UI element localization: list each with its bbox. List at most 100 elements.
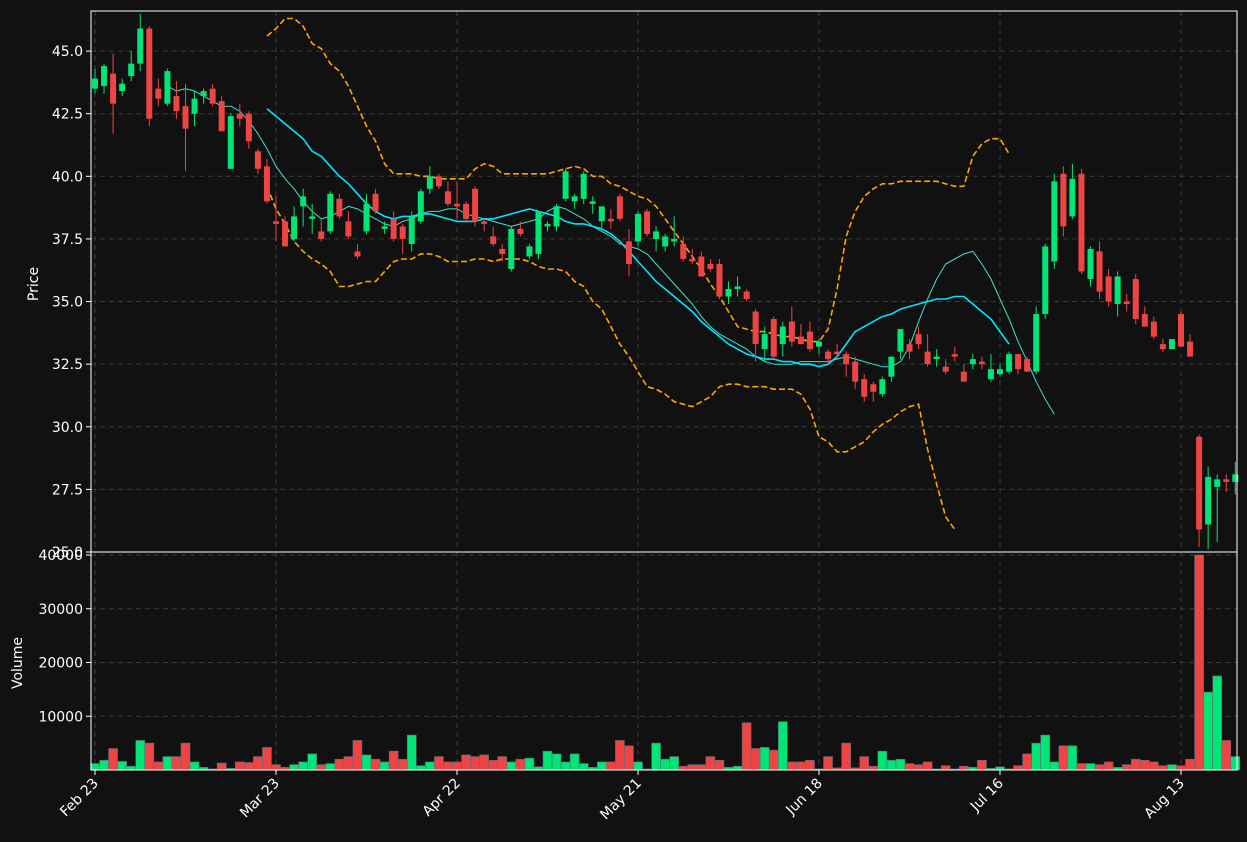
volume-bar — [262, 747, 272, 771]
volume-bar — [1158, 765, 1168, 771]
candle-body — [635, 213, 641, 242]
volume-bar — [904, 763, 915, 771]
candle-body — [426, 176, 433, 189]
candle-body — [1051, 181, 1058, 262]
volume-bar — [162, 756, 173, 771]
candle-body — [544, 223, 551, 227]
candle-body — [481, 221, 488, 224]
candle-body — [318, 231, 325, 239]
candle-body — [191, 98, 198, 114]
candle-body — [282, 221, 289, 247]
candle-body — [906, 344, 913, 352]
candle-body — [444, 191, 451, 204]
price-y-tick-label: 32.5 — [52, 357, 83, 373]
candle-body — [463, 203, 470, 219]
candle-body — [761, 334, 768, 350]
volume-bar — [1149, 761, 1159, 771]
volume-bar — [470, 756, 480, 771]
candle-body — [843, 354, 850, 365]
volume-bar — [750, 748, 761, 771]
candle-body — [218, 101, 225, 132]
candle-body — [680, 243, 687, 259]
candle-body — [888, 356, 895, 377]
candle-body — [852, 361, 859, 382]
candle-body — [200, 91, 207, 97]
volume-bar — [1203, 691, 1213, 771]
volume-bar — [1022, 753, 1032, 771]
volume-bar — [678, 765, 689, 771]
candle-body — [273, 221, 279, 224]
volume-bar — [443, 761, 453, 771]
candle-body — [1105, 276, 1112, 302]
candle-body — [92, 78, 98, 89]
volume-bar — [488, 760, 499, 771]
volume-bar — [153, 761, 164, 771]
volume-bar — [497, 756, 508, 771]
volume-bar — [189, 761, 200, 771]
volume-bar — [1185, 758, 1195, 771]
candle-body — [227, 116, 234, 169]
candle-body — [879, 379, 886, 395]
candle-body — [816, 341, 822, 347]
candle-body — [598, 206, 605, 222]
candle-body — [716, 263, 723, 297]
candle-body — [662, 236, 669, 247]
volume-bar — [551, 753, 562, 771]
candle-body — [788, 321, 795, 342]
candle-body — [924, 351, 931, 365]
volume-bar — [569, 753, 580, 771]
candle-body — [707, 263, 714, 269]
candle-body — [616, 196, 623, 219]
volume-bar — [651, 742, 661, 771]
volume-bar — [1094, 764, 1105, 771]
volume-bar — [524, 757, 535, 771]
candle-body — [806, 331, 813, 350]
volume-bar — [768, 749, 779, 771]
volume-bar — [823, 756, 833, 771]
candle-body — [209, 88, 216, 104]
candle-body — [562, 171, 569, 199]
volume-bar — [1031, 742, 1041, 771]
volume-bar — [1167, 764, 1177, 771]
volume-y-tick-label: 20000 — [38, 656, 83, 672]
candle-body — [1123, 301, 1130, 305]
volume-bar — [99, 760, 109, 771]
candle-body — [969, 359, 976, 365]
candle-body — [155, 88, 162, 99]
volume-bar — [1140, 760, 1150, 771]
candle-body — [1178, 314, 1184, 347]
volume-bar — [922, 761, 933, 771]
candle-body — [1159, 344, 1166, 350]
volume-bar — [977, 760, 987, 771]
candle-body — [653, 231, 660, 239]
price-y-tick-label: 40.0 — [52, 169, 83, 185]
candle-body — [472, 188, 479, 222]
candle-body — [345, 221, 352, 237]
volume-bar — [1013, 765, 1023, 771]
candle-body — [535, 211, 542, 254]
candle-body — [354, 251, 361, 257]
candle-body — [671, 238, 678, 242]
volume-bar — [669, 756, 680, 771]
volume-bar — [759, 747, 770, 771]
volume-bar — [506, 761, 517, 771]
volume-bar — [696, 764, 707, 771]
candle-body — [779, 326, 786, 345]
candle-body — [336, 198, 343, 217]
candle-body — [734, 286, 741, 290]
candle-body — [137, 28, 144, 64]
candle-body — [254, 151, 261, 169]
candle-body — [752, 311, 759, 345]
candle-body — [725, 289, 732, 297]
candle-body — [381, 226, 388, 229]
candle-body — [1150, 321, 1157, 337]
candle-body — [408, 216, 415, 244]
volume-bar — [596, 761, 607, 771]
volume-bar — [633, 761, 643, 771]
candle-body — [797, 336, 804, 345]
candle-body — [933, 356, 940, 360]
volume-bar — [452, 761, 462, 771]
volume-bar — [216, 762, 227, 771]
volume-bar — [1103, 761, 1114, 771]
volume-bar — [126, 765, 136, 771]
